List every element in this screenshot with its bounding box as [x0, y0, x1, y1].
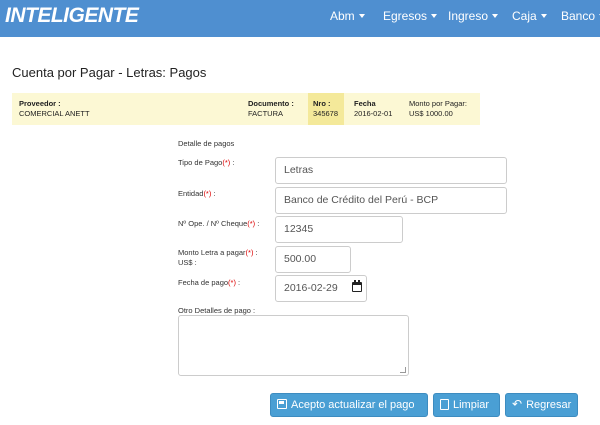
nav-item-caja[interactable]: Caja [512, 9, 547, 23]
fecha-pago-field[interactable]: 2016-02-29 [275, 275, 367, 302]
accept-update-payment-button[interactable]: Acepto actualizar el pago [270, 393, 428, 417]
entidad-field[interactable]: Banco de Crédito del Perú - BCP [275, 187, 507, 214]
calendar-icon[interactable] [352, 280, 362, 292]
caret-down-icon [431, 13, 438, 18]
nav-item-ingreso[interactable]: Ingreso [448, 9, 499, 23]
clear-button[interactable]: Limpiar [433, 393, 500, 417]
nav-item-abm[interactable]: Abm [330, 9, 365, 23]
floppy-disk-icon [277, 399, 287, 410]
otro-detalles-textarea[interactable] [178, 315, 409, 376]
monto-cell: Monto por Pagar: US$ 1000.00 [409, 99, 467, 118]
fecha-pago-label: Fecha de pago(*) : [178, 278, 241, 287]
caret-down-icon [492, 13, 499, 18]
entidad-label: Entidad(*) : [178, 189, 216, 198]
page-title: Cuenta por Pagar - Letras: Pagos [12, 65, 207, 80]
section-title: Detalle de pagos [178, 139, 235, 148]
monto-field[interactable]: 500.00 [275, 246, 351, 273]
invoice-info-bar: Proveedor : COMERCIAL ANETT Documento : … [12, 93, 480, 125]
brand-logo[interactable]: INTELIGENTE [5, 4, 139, 28]
nav-item-egresos[interactable]: Egresos [383, 9, 438, 23]
undo-arrow-icon: ↶ [512, 397, 523, 412]
caret-down-icon [358, 13, 365, 18]
tipo-pago-label: Tipo de Pago(*) : [178, 158, 235, 167]
documento-cell: Documento : FACTURA [248, 99, 294, 118]
fecha-pago-value: 2016-02-29 [284, 282, 338, 294]
fecha-cell: Fecha 2016-02-01 [354, 99, 393, 118]
nope-label: Nº Ope. / Nº Cheque(*) : [178, 219, 260, 228]
nav-item-banco[interactable]: Banco [561, 9, 600, 23]
file-icon [440, 398, 449, 410]
proveedor-cell: Proveedor : COMERCIAL ANETT [19, 99, 90, 118]
caret-down-icon [540, 13, 547, 18]
tipo-pago-field[interactable]: Letras [275, 157, 507, 184]
monto-label: Monto Letra a pagar(*) : US$ : [178, 248, 258, 267]
nope-field[interactable]: 12345 [275, 216, 403, 243]
back-button[interactable]: ↶ Regresar [505, 393, 578, 417]
top-navbar: INTELIGENTE Abm Egresos Ingreso Caja Ban… [0, 0, 600, 37]
resize-grip-icon[interactable] [400, 367, 406, 373]
nro-cell: Nro : 345678 [313, 99, 339, 118]
